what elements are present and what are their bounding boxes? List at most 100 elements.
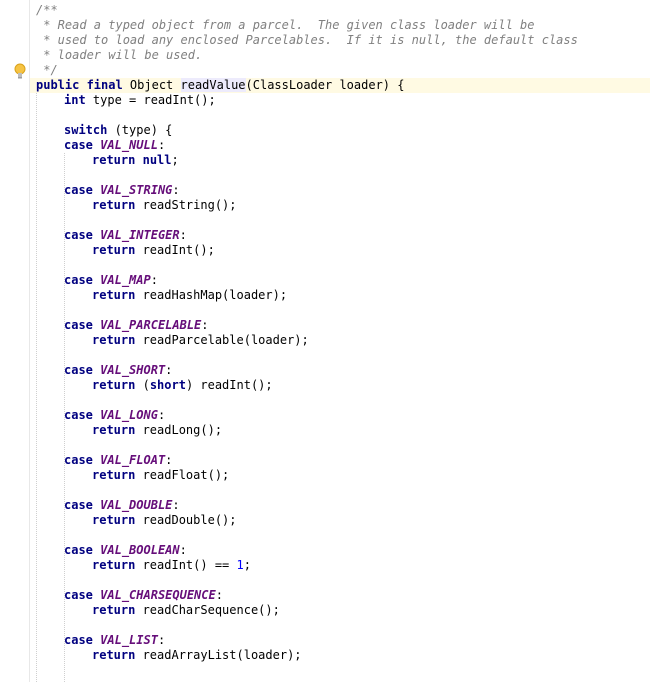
case-label-line[interactable]: case VAL_NULL: (64, 138, 165, 153)
gutter-divider (29, 0, 30, 682)
return-expression: ( (135, 378, 150, 392)
return-expression: readFloat(); (135, 468, 230, 482)
lightbulb-icon[interactable] (13, 62, 27, 80)
case-keyword: case (64, 183, 93, 197)
case-label-line[interactable]: case VAL_STRING: (64, 183, 180, 198)
case-keyword: case (64, 408, 93, 422)
return-statement-line[interactable]: return readInt() == 1; (92, 558, 251, 573)
return-expression: ) readInt(); (185, 378, 273, 392)
case-constant: VAL_FLOAT (100, 453, 166, 467)
doc-comment-line[interactable]: * loader will be used. (36, 48, 202, 63)
case-constant: VAL_PARCELABLE (100, 318, 202, 332)
case-constant: VAL_SHORT (100, 363, 166, 377)
null-literal: null (142, 153, 172, 167)
return-expression: readCharSequence(); (135, 603, 280, 617)
parameter-list: (ClassLoader loader) { (245, 78, 405, 92)
return-statement-line[interactable]: return readFloat(); (92, 468, 229, 483)
return-statement-line[interactable]: return readLong(); (92, 423, 222, 438)
switch-expression: (type) { (107, 123, 173, 137)
case-keyword: case (64, 543, 93, 557)
switch-line[interactable]: switch (type) { (64, 123, 172, 138)
return-statement-line[interactable]: return readArrayList(loader); (92, 648, 302, 663)
return-expression: readParcelable(loader); (135, 333, 309, 347)
case-label-line[interactable]: case VAL_SHORT: (64, 363, 172, 378)
cast-keyword: short (149, 378, 186, 392)
case-constant: VAL_LONG (100, 408, 158, 422)
return-statement-line[interactable]: return readInt(); (92, 243, 215, 258)
type-keyword: int (64, 93, 86, 107)
return-expression: readArrayList(loader); (135, 648, 302, 662)
indent-guide (36, 93, 37, 682)
case-label-line[interactable]: case VAL_LONG: (64, 408, 165, 423)
case-label-line[interactable]: case VAL_DOUBLE: (64, 498, 180, 513)
return-expression: readInt(); (135, 243, 215, 257)
return-statement-line[interactable]: return readHashMap(loader); (92, 288, 287, 303)
return-statement-line[interactable]: return readString(); (92, 198, 237, 213)
return-statement-line[interactable]: return null; (92, 153, 179, 168)
case-keyword: case (64, 228, 93, 242)
return-keyword: return (92, 288, 136, 302)
declaration-text: type = readInt(); (85, 93, 216, 107)
return-keyword: return (92, 378, 136, 392)
case-constant: VAL_STRING (100, 183, 173, 197)
doc-comment-line[interactable]: * Read a typed object from a parcel. The… (36, 18, 535, 33)
return-keyword: return (92, 603, 136, 617)
return-expression: ; (171, 153, 179, 167)
switch-keyword: switch (64, 123, 108, 137)
case-label-line[interactable]: case VAL_CHARSEQUENCE: (64, 588, 223, 603)
case-keyword: case (64, 633, 93, 647)
case-constant: VAL_NULL (100, 138, 158, 152)
return-keyword: return (92, 468, 136, 482)
case-keyword: case (64, 588, 93, 602)
return-expression: readInt() == (135, 558, 237, 572)
doc-comment-line[interactable]: */ (36, 63, 58, 78)
case-label-line[interactable]: case VAL_LIST: (64, 633, 165, 648)
code-editor[interactable]: /** * Read a typed object from a parcel.… (0, 0, 650, 682)
case-constant: VAL_DOUBLE (100, 498, 173, 512)
variable-declaration-line[interactable]: int type = readInt(); (64, 93, 216, 108)
return-expression: readDouble(); (135, 513, 237, 527)
return-statement-line[interactable]: return readDouble(); (92, 513, 237, 528)
case-keyword: case (64, 273, 93, 287)
return-keyword: return (92, 243, 136, 257)
return-expression: readLong(); (135, 423, 223, 437)
number-literal: 1 (236, 558, 244, 572)
comment-text: * Read a typed object from a parcel. The… (36, 18, 535, 32)
return-statement-line[interactable]: return readParcelable(loader); (92, 333, 309, 348)
method-signature-line[interactable]: public final Object readValue(ClassLoade… (36, 78, 404, 93)
case-constant: VAL_MAP (100, 273, 151, 287)
return-statement-line[interactable]: return (short) readInt(); (92, 378, 273, 393)
case-label-line[interactable]: case VAL_PARCELABLE: (64, 318, 209, 333)
case-keyword: case (64, 363, 93, 377)
statement-end: ; (243, 558, 251, 572)
case-constant: VAL_BOOLEAN (100, 543, 180, 557)
case-label-line[interactable]: case VAL_INTEGER: (64, 228, 187, 243)
doc-comment-line[interactable]: /** (36, 3, 58, 18)
case-label-line[interactable]: case VAL_MAP: (64, 273, 158, 288)
method-name: readValue (180, 78, 246, 92)
comment-text: * loader will be used. (36, 48, 203, 62)
return-statement-line[interactable]: return readCharSequence(); (92, 603, 280, 618)
return-expression: readHashMap(loader); (135, 288, 288, 302)
return-keyword: return (92, 423, 136, 437)
return-keyword: return (92, 558, 136, 572)
case-constant: VAL_INTEGER (100, 228, 180, 242)
return-expression: readString(); (135, 198, 237, 212)
return-keyword: return (92, 648, 136, 662)
doc-comment-line[interactable]: * used to load any enclosed Parcelables.… (36, 33, 578, 48)
comment-text: */ (36, 63, 58, 77)
return-keyword: return (92, 198, 136, 212)
return-keyword: return (92, 153, 136, 167)
case-constant: VAL_LIST (100, 633, 158, 647)
comment-text: /** (36, 3, 58, 17)
editor-gutter[interactable] (0, 0, 30, 682)
return-keyword: return (92, 513, 136, 527)
case-keyword: case (64, 498, 93, 512)
case-keyword: case (64, 318, 93, 332)
case-keyword: case (64, 453, 93, 467)
case-label-line[interactable]: case VAL_BOOLEAN: (64, 543, 187, 558)
case-label-line[interactable]: case VAL_FLOAT: (64, 453, 172, 468)
comment-text: * used to load any enclosed Parcelables.… (36, 33, 578, 47)
case-keyword: case (64, 138, 93, 152)
return-type: Object (122, 78, 181, 92)
